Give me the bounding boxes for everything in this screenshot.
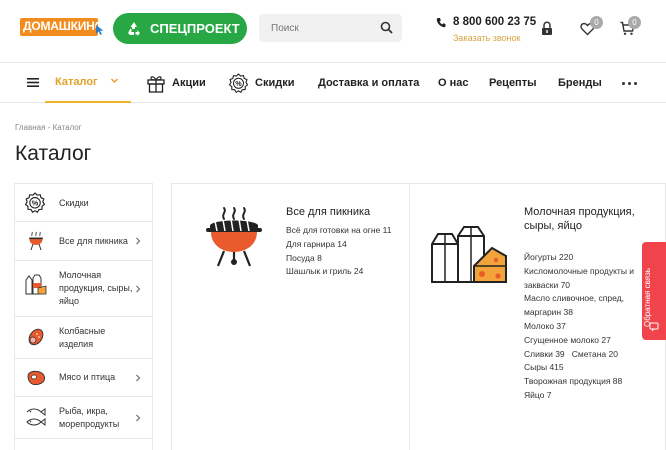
lock-icon[interactable]	[540, 21, 554, 36]
subcategory-list: Всё для готовки на огне 11 Для гарнира 1…	[286, 224, 396, 279]
subcategory-link[interactable]: Посуда 8	[286, 252, 396, 266]
chevron-right-icon	[136, 237, 141, 245]
sidebar-item-discounts[interactable]: % Скидки	[15, 184, 152, 222]
category-card-dairy[interactable]: Молочная продукция, сыры, яйцо Йогурты 2…	[409, 183, 666, 450]
callback-link[interactable]: Заказать звонок	[453, 33, 520, 43]
sidebar-item-label: Скидки	[59, 198, 89, 208]
subcategory-link[interactable]: Яйцо 7	[524, 389, 642, 403]
chevron-right-icon	[136, 414, 141, 422]
search-input[interactable]	[259, 14, 377, 42]
percent-badge-icon: %	[24, 192, 46, 214]
feedback-label: Обратная связь	[643, 268, 652, 327]
nav-item-label: О нас	[438, 77, 469, 89]
more-icon[interactable]	[622, 82, 637, 85]
svg-text:%: %	[235, 81, 242, 88]
subcategory-link[interactable]: Йогурты 220	[524, 251, 642, 265]
phone-number[interactable]: 8 800 600 23 75	[453, 16, 536, 28]
special-project-button[interactable]: СПЕЦПРОЕКТ	[113, 13, 247, 44]
svg-text:%: %	[32, 199, 39, 208]
nav-item-label: Доставка и оплата	[318, 77, 420, 89]
nav-item-label: Рецепты	[489, 77, 537, 89]
nav-item-brands[interactable]: Бренды	[558, 63, 602, 103]
search-icon[interactable]	[380, 21, 393, 34]
subcategory-link[interactable]: Сгущенное молоко 27	[524, 335, 611, 345]
breadcrumb: Главная - Каталог	[15, 123, 82, 132]
sidebar-item-label: Мясо и птица	[59, 372, 116, 382]
nav-catalog-label: Каталог	[55, 76, 98, 88]
category-card-picnic[interactable]: Все для пикника Всё для готовки на огне …	[171, 183, 410, 450]
grill-icon	[29, 231, 43, 251]
fish-icon	[26, 408, 46, 426]
subcategory-list: Йогурты 220 Кисломолочные продукты и зак…	[524, 251, 642, 403]
sausage-icon	[28, 328, 44, 346]
sidebar-item-label: Все для пикника	[59, 236, 128, 246]
chat-icon	[649, 322, 659, 332]
sidebar-item-label: Молочная продукция, сыры, яйцо	[59, 270, 133, 306]
phone-icon	[436, 18, 446, 28]
subcategory-link[interactable]: Всё для готовки на огне 11	[286, 224, 396, 238]
sidebar-item-sausages[interactable]: Колбасные изделия	[15, 317, 152, 359]
gift-icon	[147, 76, 165, 93]
chevron-right-icon	[136, 285, 141, 293]
sidebar-item-label: Рыба, икра, морепродукты	[59, 406, 120, 429]
milk-icon	[25, 274, 47, 295]
nav-item-about[interactable]: О нас	[438, 63, 469, 103]
subcategory-link[interactable]: Масло сливочное, спред, маргарин 38	[524, 292, 642, 320]
menu-icon[interactable]	[27, 77, 39, 88]
percent-badge-icon: %	[228, 72, 249, 93]
cart-count-badge: 0	[628, 16, 641, 29]
subcategory-link[interactable]: Шашлык и гриль 24	[286, 265, 396, 279]
subcategory-link[interactable]: Сливки 39	[524, 349, 565, 359]
catalog-sidebar: % Скидки Все для пикника Молочная продук…	[14, 183, 153, 450]
card-title[interactable]: Молочная продукция, сыры, яйцо	[524, 205, 642, 233]
sidebar-item-label: Колбасные изделия	[59, 326, 106, 349]
nav-item-promotions[interactable]: Акции	[146, 63, 206, 103]
main-nav: Каталог Акции % Скидки Доставка и оплата…	[0, 62, 666, 103]
search-box	[259, 14, 402, 42]
nav-catalog[interactable]: Каталог	[45, 63, 131, 103]
subcategory-link[interactable]: Для гарнира 14	[286, 238, 396, 252]
special-project-label: СПЕЦПРОЕКТ	[150, 21, 240, 36]
chevron-down-icon	[111, 78, 118, 83]
chevron-right-icon	[136, 374, 141, 382]
card-title[interactable]: Все для пикника	[286, 205, 396, 219]
cursor-icon	[96, 25, 104, 35]
nav-item-label: Скидки	[255, 77, 295, 89]
nav-item-delivery[interactable]: Доставка и оплата	[318, 63, 419, 103]
sidebar-item-fish[interactable]: Рыба, икра, морепродукты	[15, 397, 152, 439]
feedback-tab[interactable]: Обратная связь	[642, 242, 666, 340]
sidebar-item-dairy[interactable]: Молочная продукция, сыры, яйцо	[15, 261, 152, 317]
breadcrumb-home[interactable]: Главная	[15, 123, 45, 132]
breadcrumb-current: Каталог	[52, 123, 82, 132]
sidebar-item-meat[interactable]: Мясо и птица	[15, 359, 152, 397]
meat-icon	[27, 370, 45, 386]
favorites-count-badge: 0	[590, 16, 603, 29]
sidebar-item-picnic[interactable]: Все для пикника	[15, 222, 152, 261]
favorites-button[interactable]: 0	[580, 16, 603, 39]
logo-text: ДОМАШКИНО	[23, 19, 104, 33]
site-logo[interactable]: ДОМАШКИНО	[20, 18, 104, 36]
subcategory-link[interactable]: Молоко 37	[524, 320, 642, 334]
nav-item-discounts[interactable]: % Скидки	[228, 63, 294, 103]
subcategory-row: Сливки 39 Сметана 20	[524, 348, 642, 362]
breadcrumb-separator: -	[47, 123, 51, 132]
subcategory-link[interactable]: Кисломолочные продукты и закваски 70	[524, 265, 642, 293]
dairy-icon	[431, 226, 507, 283]
grill-icon	[206, 207, 262, 267]
nav-item-label: Бренды	[558, 77, 602, 89]
subcategory-link[interactable]: Сыры 415	[524, 361, 642, 375]
subcategory-link[interactable]: Сметана 20	[572, 349, 618, 359]
recycle-icon	[128, 21, 140, 36]
cart-button[interactable]: 0	[620, 16, 641, 39]
nav-item-recipes[interactable]: Рецепты	[489, 63, 537, 103]
nav-item-label: Акции	[172, 77, 206, 89]
subcategory-link[interactable]: Творожная продукция 88	[524, 375, 642, 389]
page-title: Каталог	[15, 142, 92, 165]
subcategory-row: Сгущенное молоко 27	[524, 334, 642, 348]
